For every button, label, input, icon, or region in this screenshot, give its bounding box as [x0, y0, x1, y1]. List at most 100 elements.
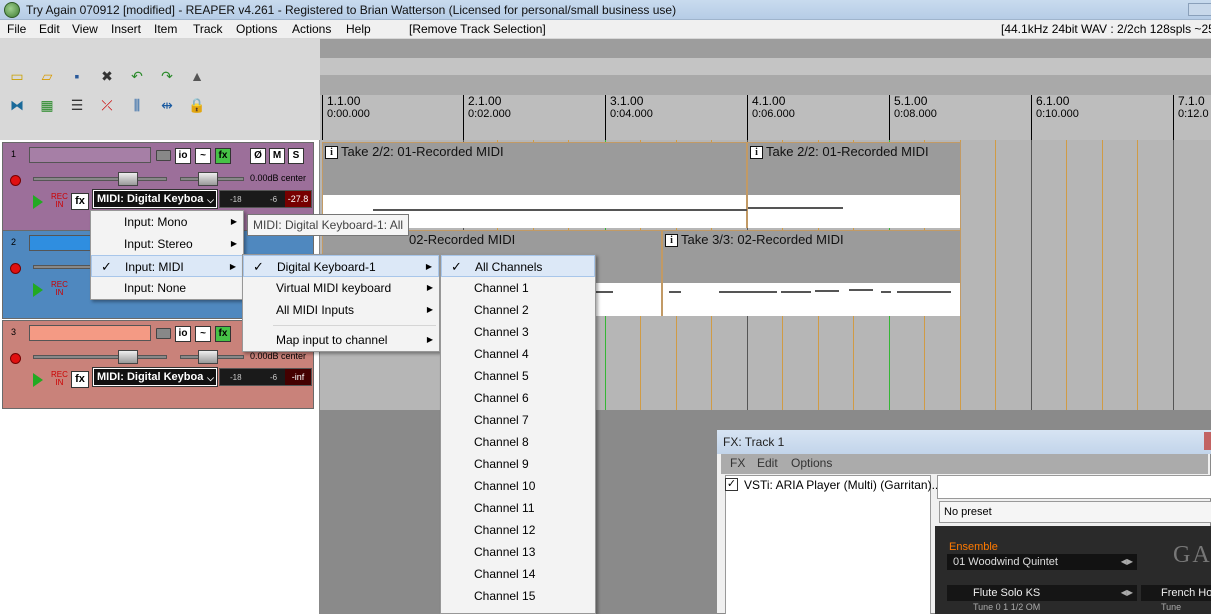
fx-menu-fx[interactable]: FX: [730, 456, 745, 470]
menu-channel-3[interactable]: Channel 3: [441, 321, 595, 343]
project-settings-icon[interactable]: ✖: [98, 67, 116, 85]
track-name-field[interactable]: [29, 147, 151, 163]
mute-button[interactable]: M: [269, 148, 285, 164]
peak-indicator[interactable]: -27.8: [285, 191, 311, 207]
menu-channel-15[interactable]: Channel 15: [441, 585, 595, 607]
record-arm-button[interactable]: [10, 175, 21, 186]
save-project-icon[interactable]: ▪: [68, 67, 86, 85]
window-control-button[interactable]: [1188, 3, 1211, 16]
io-button[interactable]: io: [175, 148, 191, 164]
menu-input-none[interactable]: Input: None: [91, 277, 243, 299]
snap-icon[interactable]: ⇹: [158, 96, 176, 114]
envelope-button[interactable]: ~: [195, 326, 211, 342]
fx-window-title[interactable]: FX: Track 1: [717, 430, 1211, 454]
menu-map-input-to-channel[interactable]: Map input to channel ▶: [243, 329, 439, 351]
menu-virtual-midi-keyboard[interactable]: Virtual MIDI keyboard ▶: [243, 277, 439, 299]
menu-insert[interactable]: Insert: [111, 22, 141, 36]
volume-knob[interactable]: [118, 350, 138, 364]
menu-channel-10[interactable]: Channel 10: [441, 475, 595, 497]
rec-input-label[interactable]: REC IN: [51, 193, 68, 209]
fx-button[interactable]: fx: [215, 326, 231, 342]
menu-channel-6[interactable]: Channel 6: [441, 387, 595, 409]
open-project-icon[interactable]: ▱: [38, 67, 56, 85]
menu-channel-5[interactable]: Channel 5: [441, 365, 595, 387]
undo-icon[interactable]: ↶: [128, 67, 146, 85]
phase-button[interactable]: Ø: [250, 148, 266, 164]
fx-plugin-name[interactable]: VSTi: ARIA Player (Multi) (Garritan)...: [744, 478, 942, 492]
input-select[interactable]: MIDI: Digital Keyboa ⌵: [92, 189, 218, 209]
menu-channel-1[interactable]: Channel 1: [441, 277, 595, 299]
fx-chain-list[interactable]: [725, 475, 931, 614]
remove-track-selection[interactable]: [Remove Track Selection]: [409, 22, 546, 36]
rec-input-label[interactable]: REC IN: [51, 281, 68, 297]
ensemble-select[interactable]: 01 Woodwind Quintet ◀▶: [947, 554, 1137, 570]
midi-media-item[interactable]: i Take 2/2: 01-Recorded MIDI: [747, 142, 961, 228]
region-marker-lane[interactable]: [320, 75, 1211, 95]
menu-channel-2[interactable]: Channel 2: [441, 299, 595, 321]
fx-window-close-button[interactable]: [1204, 432, 1211, 450]
timeline-ruler[interactable]: 1.1.00 0:00.000 2.1.00 0:02.000 3.1.00 0:04…: [320, 95, 1211, 140]
menu-all-midi-inputs[interactable]: All MIDI Inputs ▶: [243, 299, 439, 321]
io-button[interactable]: io: [175, 326, 191, 342]
menu-channel-11[interactable]: Channel 11: [441, 497, 595, 519]
menu-input-midi[interactable]: ✓ Input: MIDI ▶: [91, 255, 243, 277]
menu-view[interactable]: View: [72, 22, 98, 36]
menu-file[interactable]: File: [7, 22, 26, 36]
fx-menu-edit[interactable]: Edit: [757, 456, 778, 470]
pan-knob[interactable]: [198, 172, 218, 186]
menu-channel-8[interactable]: Channel 8: [441, 431, 595, 453]
fx-small-button[interactable]: fx: [71, 193, 89, 210]
metronome-icon[interactable]: ▲: [188, 67, 206, 85]
midi-media-item[interactable]: i Take 3/3: 02-Recorded MIDI: [662, 230, 961, 316]
menu-channel-13[interactable]: Channel 13: [441, 541, 595, 563]
menu-help[interactable]: Help: [346, 22, 371, 36]
menu-options[interactable]: Options: [236, 22, 277, 36]
record-monitor-icon[interactable]: [33, 283, 43, 297]
folder-icon[interactable]: [156, 328, 171, 339]
menu-all-channels[interactable]: ✓ All Channels: [441, 255, 595, 277]
auto-crossfade-icon[interactable]: ⤫: [98, 96, 116, 114]
volume-slider[interactable]: [33, 172, 167, 186]
lock-icon[interactable]: 🔒: [188, 96, 206, 114]
instrument-slot-2[interactable]: French Ho: [1141, 585, 1211, 601]
menu-edit[interactable]: Edit: [39, 22, 60, 36]
ripple-edit-icon[interactable]: ⧓: [8, 96, 26, 114]
menu-actions[interactable]: Actions: [292, 22, 331, 36]
record-arm-button[interactable]: [10, 263, 21, 274]
menu-input-stereo[interactable]: Input: Stereo ▶: [91, 233, 243, 255]
pan-slider[interactable]: [180, 172, 244, 186]
volume-slider[interactable]: [33, 350, 167, 364]
peak-indicator[interactable]: -inf: [285, 369, 311, 385]
record-monitor-icon[interactable]: [33, 373, 43, 387]
reaper-app-icon[interactable]: [4, 2, 20, 18]
menu-item[interactable]: Item: [154, 22, 177, 36]
preset-select[interactable]: No preset: [939, 501, 1211, 523]
audio-status-info[interactable]: [44.1kHz 24bit WAV : 2/2ch 128spls ~25/: [1001, 22, 1211, 36]
folder-icon[interactable]: [156, 150, 171, 161]
menu-channel-12[interactable]: Channel 12: [441, 519, 595, 541]
fx-enable-checkbox[interactable]: ✓: [725, 478, 738, 491]
instrument-slot-1[interactable]: Flute Solo KS ◀▶: [947, 585, 1137, 601]
fx-button[interactable]: fx: [215, 148, 231, 164]
grid-icon[interactable]: ▦: [38, 96, 56, 114]
menu-channel-4[interactable]: Channel 4: [441, 343, 595, 365]
redo-icon[interactable]: ↷: [158, 67, 176, 85]
volume-knob[interactable]: [118, 172, 138, 186]
record-monitor-icon[interactable]: [33, 195, 43, 209]
record-arm-button[interactable]: [10, 353, 21, 364]
envelope-points-icon[interactable]: ⫼: [128, 96, 146, 114]
menu-track[interactable]: Track: [193, 22, 223, 36]
track-name-field[interactable]: [29, 325, 151, 341]
fx-small-button[interactable]: fx: [71, 371, 89, 388]
envelope-button[interactable]: ~: [195, 148, 211, 164]
menu-input-mono[interactable]: Input: Mono ▶: [91, 211, 243, 233]
rec-input-label[interactable]: REC IN: [51, 371, 68, 387]
menu-digital-keyboard[interactable]: ✓ Digital Keyboard-1 ▶: [243, 255, 439, 277]
fx-menu-options[interactable]: Options: [791, 456, 832, 470]
pan-knob[interactable]: [198, 350, 218, 364]
input-select[interactable]: MIDI: Digital Keyboa ⌵: [92, 367, 218, 387]
menu-channel-7[interactable]: Channel 7: [441, 409, 595, 431]
menu-channel-9[interactable]: Channel 9: [441, 453, 595, 475]
new-project-icon[interactable]: ▭: [8, 67, 26, 85]
menu-channel-14[interactable]: Channel 14: [441, 563, 595, 585]
